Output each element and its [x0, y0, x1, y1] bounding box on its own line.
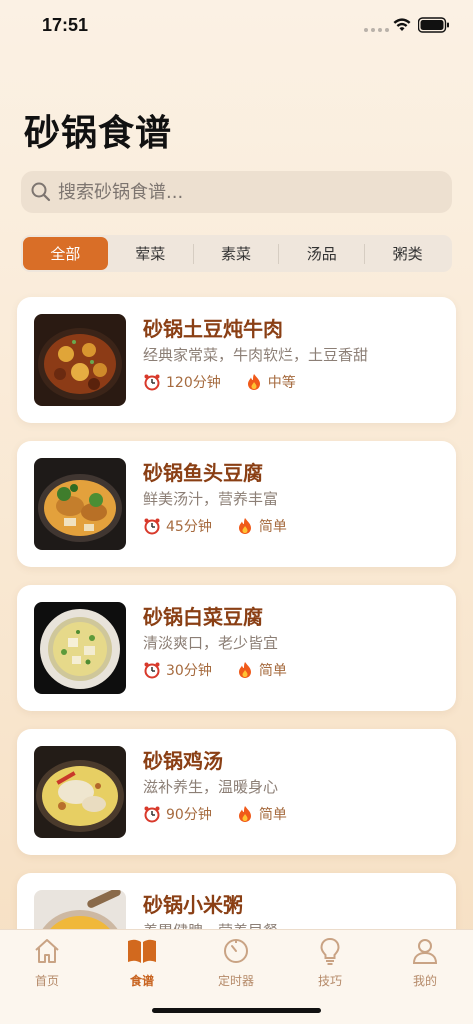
tab-bar-label: 定时器	[217, 974, 254, 988]
home-icon	[35, 939, 59, 963]
recipe-meta: 120分钟 中等	[143, 372, 296, 392]
timer-icon	[224, 939, 248, 963]
recipe-meta: 90分钟 简单	[143, 804, 287, 824]
difficulty: 中等	[267, 375, 296, 391]
alarm-clock-icon	[144, 662, 160, 679]
recipe-title: 砂锅鱼头豆腐	[143, 461, 263, 485]
tab-bar-profile[interactable]: 我的	[395, 936, 455, 989]
category-tabs: 全部 荤菜 素菜 汤品 粥类	[21, 235, 452, 272]
alarm-clock-icon	[144, 806, 160, 823]
alarm-clock-icon	[144, 374, 160, 391]
cook-time: 120分钟	[166, 375, 221, 391]
recipe-image	[34, 458, 126, 550]
cook-time: 90分钟	[166, 807, 212, 823]
search-icon	[31, 182, 51, 202]
recipe-title: 砂锅白菜豆腐	[143, 605, 263, 629]
home-indicator[interactable]	[152, 1008, 321, 1013]
tab-porridge[interactable]: 粥类	[365, 237, 450, 270]
search-input[interactable]	[58, 181, 418, 203]
book-icon	[128, 939, 156, 963]
fire-icon	[247, 374, 260, 390]
recipe-card[interactable]: 砂锅鱼头豆腐 鲜美汤汁，营养丰富 45分钟 简单	[17, 441, 456, 567]
tab-bar-label: 食谱	[129, 974, 154, 988]
tab-soup[interactable]: 汤品	[279, 237, 364, 270]
tab-bar-timer[interactable]: 定时器	[206, 936, 266, 989]
recipe-title: 砂锅土豆炖牛肉	[143, 317, 283, 341]
recipe-title: 砂锅小米粥	[143, 893, 243, 917]
person-icon	[412, 939, 438, 964]
tab-bar-tips[interactable]: 技巧	[300, 936, 360, 989]
status-time: 17:51	[42, 15, 89, 35]
recipe-meta: 45分钟 简单	[143, 516, 287, 536]
tab-bar-label: 技巧	[317, 974, 342, 988]
difficulty: 简单	[258, 519, 287, 535]
recipe-meta: 30分钟 简单	[143, 660, 287, 680]
recipe-card[interactable]: 砂锅土豆炖牛肉 经典家常菜，牛肉软烂，土豆香甜 120分钟 中等	[17, 297, 456, 423]
recipe-image	[34, 602, 126, 694]
recipe-description: 清淡爽口，老少皆宜	[143, 634, 279, 652]
recipe-card[interactable]: 砂锅白菜豆腐 清淡爽口，老少皆宜 30分钟 简单	[17, 585, 456, 711]
battery-icon	[418, 17, 449, 33]
recipe-description: 鲜美汤汁，营养丰富	[143, 490, 279, 508]
lightbulb-icon	[320, 937, 340, 965]
tab-meat[interactable]: 荤菜	[108, 237, 193, 270]
signal-dots-icon	[364, 28, 389, 32]
fire-icon	[238, 806, 251, 822]
tab-bar-recipes[interactable]: 食谱	[112, 936, 172, 989]
alarm-clock-icon	[144, 518, 160, 535]
status-bar: 17:51	[0, 0, 473, 54]
wifi-icon	[393, 18, 411, 31]
fire-icon	[238, 662, 251, 678]
difficulty: 简单	[258, 807, 287, 823]
recipe-description: 经典家常菜，牛肉软烂，土豆香甜	[143, 346, 369, 364]
recipe-card[interactable]: 砂锅鸡汤 滋补养生，温暖身心 90分钟 简单	[17, 729, 456, 855]
difficulty: 简单	[258, 663, 287, 679]
tab-bar-label: 首页	[34, 974, 59, 988]
page-title: 砂锅食谱	[24, 113, 173, 154]
cook-time: 45分钟	[166, 519, 212, 535]
recipe-image	[34, 746, 126, 838]
fire-icon	[238, 518, 251, 534]
search-bar[interactable]	[21, 171, 452, 213]
cook-time: 30分钟	[166, 663, 212, 679]
tab-vegetable[interactable]: 素菜	[194, 237, 279, 270]
tab-bar-home[interactable]: 首页	[17, 936, 77, 989]
tab-bar-label: 我的	[412, 974, 437, 988]
recipe-image	[34, 314, 126, 406]
recipe-description: 滋补养生，温暖身心	[143, 778, 279, 796]
tab-all[interactable]: 全部	[23, 237, 108, 270]
recipe-title: 砂锅鸡汤	[143, 749, 223, 773]
